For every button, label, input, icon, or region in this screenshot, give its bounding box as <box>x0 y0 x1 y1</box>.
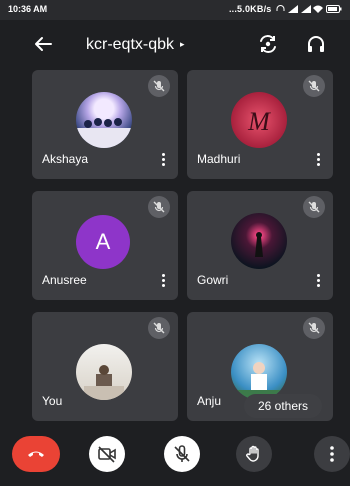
participant-name: You <box>42 394 63 408</box>
status-bar: 10:36 AM ...5.0KB/s <box>0 0 350 20</box>
more-options-icon <box>330 446 334 462</box>
participant-tile-madhuri[interactable]: M Madhuri <box>187 70 333 179</box>
more-vert-icon[interactable] <box>162 153 166 167</box>
participant-name: Akshaya <box>42 152 89 166</box>
camera-toggle-button[interactable] <box>89 436 125 472</box>
svg-text:M: M <box>247 107 271 136</box>
meeting-title[interactable]: kcr-eqtx-qbk ▸ <box>86 36 185 54</box>
raise-hand-button[interactable] <box>236 436 272 472</box>
call-controls <box>0 426 350 486</box>
signal-icon <box>287 5 298 13</box>
participant-name: Gowri <box>197 273 229 287</box>
avatar-photo <box>231 213 287 269</box>
mic-muted-icon <box>303 75 325 97</box>
back-arrow-icon[interactable] <box>34 35 52 53</box>
mic-muted-icon <box>148 196 170 218</box>
meeting-code: kcr-eqtx-qbk <box>86 36 175 53</box>
avatar-photo <box>76 92 132 148</box>
mic-toggle-button[interactable] <box>164 436 200 472</box>
participant-name: Anju <box>197 394 222 408</box>
mic-muted-icon <box>303 196 325 218</box>
camera-off-icon <box>98 446 116 463</box>
end-call-icon <box>28 451 44 457</box>
mic-muted-icon <box>148 75 170 97</box>
end-call-button[interactable] <box>12 436 60 472</box>
participant-tile-gowri[interactable]: Gowri <box>187 191 333 300</box>
raise-hand-icon <box>246 445 259 462</box>
more-vert-icon[interactable] <box>317 274 321 288</box>
status-time: 10:36 AM <box>8 4 48 14</box>
participant-tile-akshaya[interactable]: Akshaya <box>32 70 178 179</box>
switch-camera-icon[interactable] <box>258 34 278 54</box>
mic-muted-icon <box>148 317 170 339</box>
signal-2-icon <box>300 5 311 13</box>
avatar-initial: A <box>76 215 130 269</box>
participant-tile-anusree[interactable]: A Anusree <box>32 191 178 300</box>
headphones-icon[interactable] <box>306 34 326 54</box>
status-indicators: ...5.0KB/s <box>229 4 342 14</box>
caret-right-icon: ▸ <box>180 39 185 49</box>
participant-name: Anusree <box>42 273 87 287</box>
wifi-icon <box>313 5 324 13</box>
headset-status-icon <box>276 5 285 11</box>
avatar-photo <box>231 344 287 400</box>
network-speed: ...5.0KB/s <box>228 4 272 14</box>
participant-tile-you[interactable]: You <box>32 312 178 421</box>
app-bar: kcr-eqtx-qbk ▸ <box>0 20 350 68</box>
more-vert-icon[interactable] <box>317 153 321 167</box>
avatar-photo: M <box>231 92 287 148</box>
avatar-photo <box>76 344 132 400</box>
others-count-badge[interactable]: 26 others <box>244 394 322 418</box>
more-vert-icon[interactable] <box>162 274 166 288</box>
participant-name: Madhuri <box>197 152 241 166</box>
battery-icon <box>326 5 342 13</box>
mic-off-icon <box>174 445 190 462</box>
more-options-button[interactable] <box>314 436 350 472</box>
mic-muted-icon <box>303 317 325 339</box>
